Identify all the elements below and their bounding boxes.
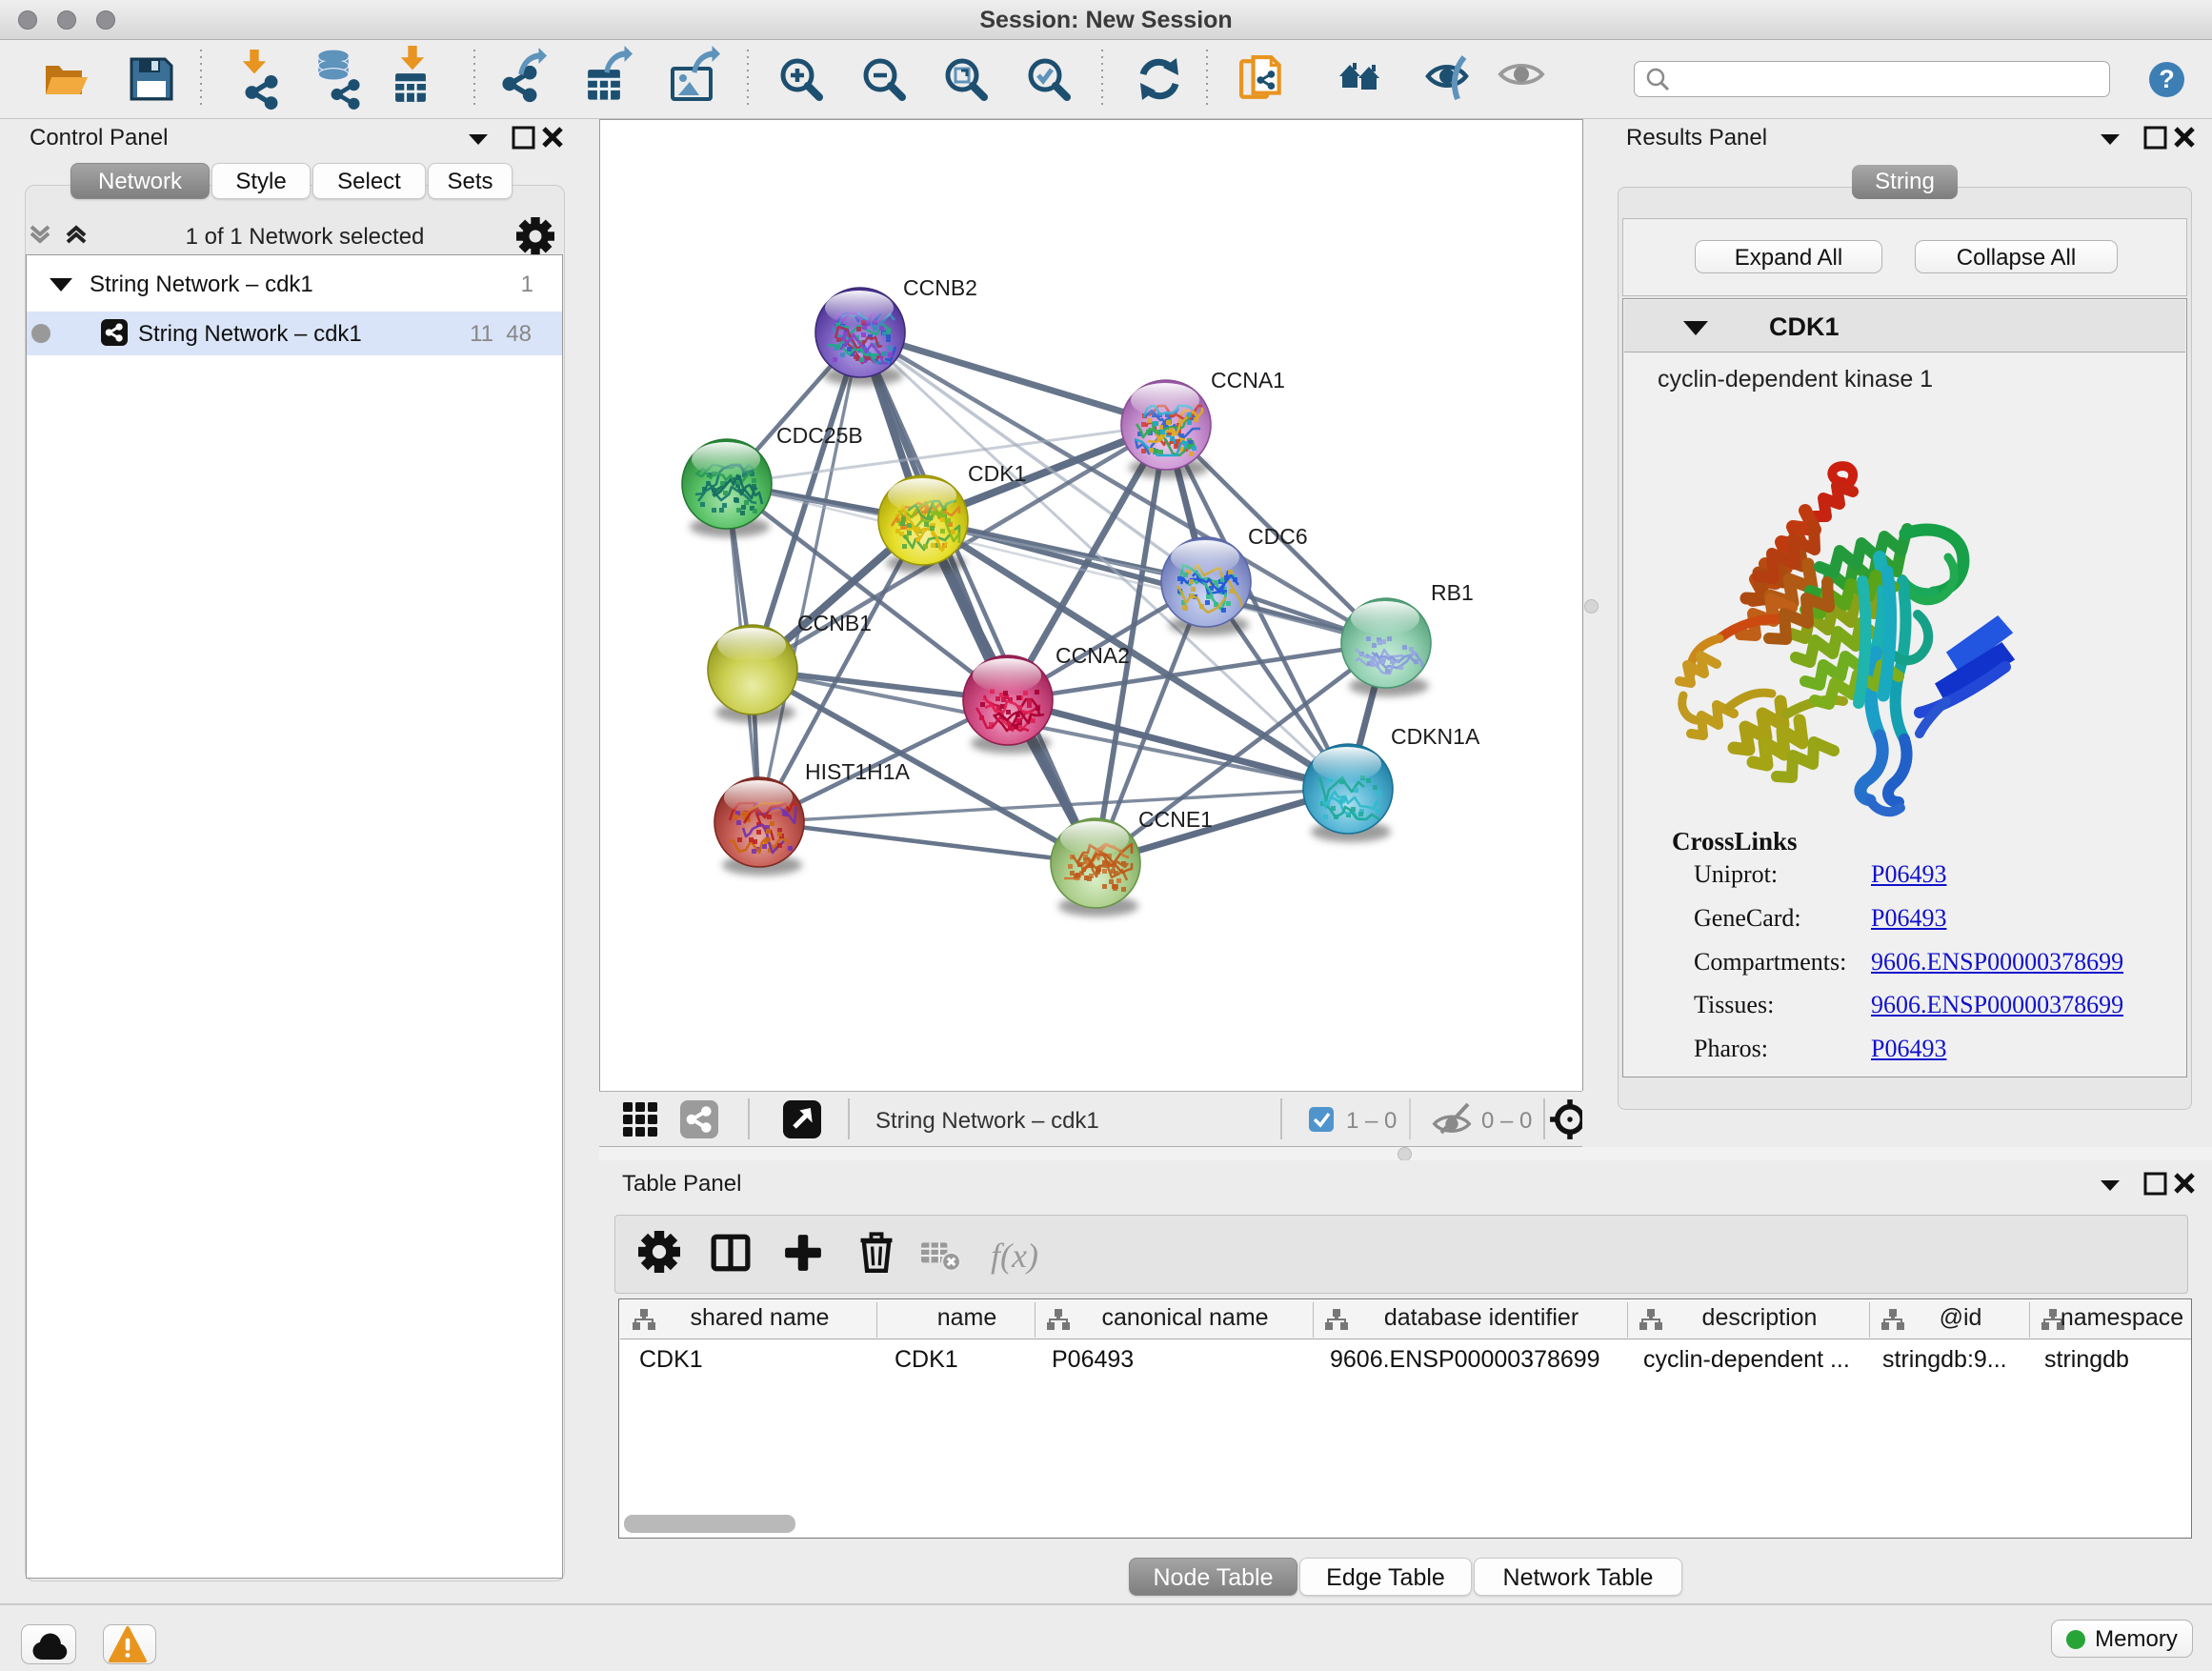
svg-text:1 – 0: 1 – 0 — [1346, 1108, 1397, 1134]
svg-text:RB1: RB1 — [1431, 580, 1474, 605]
svg-text:0 – 0: 0 – 0 — [1481, 1108, 1532, 1134]
svg-text:CDKN1A: CDKN1A — [1391, 724, 1480, 749]
svg-text:CCNB1: CCNB1 — [797, 611, 872, 635]
svg-text:f(x): f(x) — [991, 1237, 1038, 1275]
svg-text:CCNE1: CCNE1 — [1138, 807, 1213, 832]
svg-text:CDC25B: CDC25B — [776, 423, 863, 448]
svg-text:CCNA2: CCNA2 — [1056, 643, 1130, 668]
svg-text:HIST1H1A: HIST1H1A — [805, 759, 911, 784]
svg-text:CDK1: CDK1 — [968, 461, 1026, 486]
svg-text:String Network – cdk1: String Network – cdk1 — [875, 1108, 1099, 1134]
svg-text:CCNA1: CCNA1 — [1211, 368, 1285, 393]
svg-text:CCNB2: CCNB2 — [903, 275, 977, 300]
svg-text:CDC6: CDC6 — [1248, 524, 1308, 549]
